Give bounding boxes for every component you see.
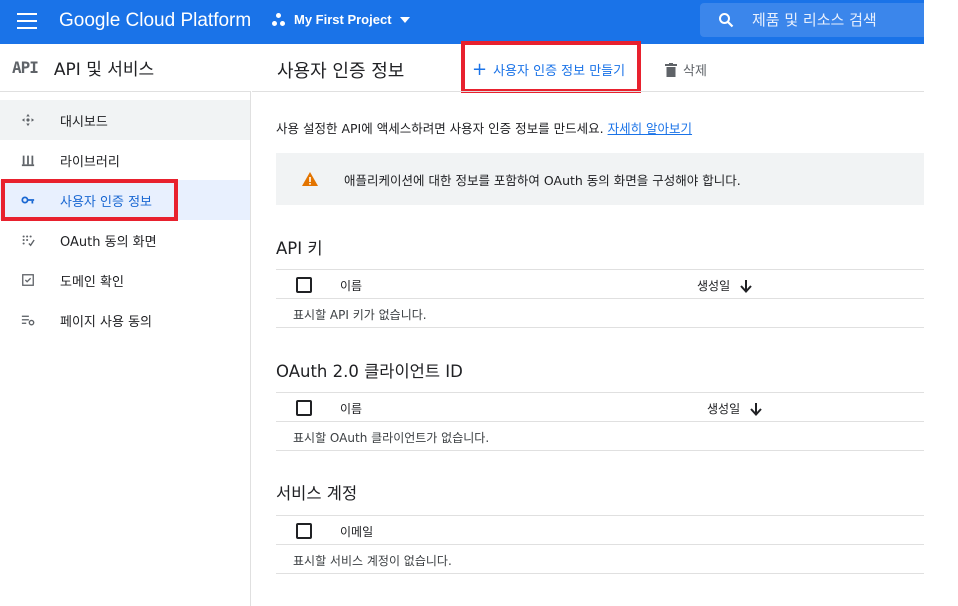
sidebar-title: API 및 서비스: [53, 60, 155, 80]
oauth-consent-icon: [22, 235, 35, 247]
checkbox-icon: [22, 274, 34, 286]
service-accounts-title: 서비스 계정: [276, 484, 358, 503]
api-logo: API: [12, 58, 39, 77]
intro-message: 사용 설정한 API에 액세스하려면 사용자 인증 정보를 만드세요.: [276, 121, 604, 136]
trash-icon: [665, 62, 677, 77]
chevron-down-icon: [399, 16, 410, 23]
create-credentials-button[interactable]: + 사용자 인증 정보 만들기: [472, 60, 625, 79]
oauth-empty-row: 표시할 OAuth 클라이언트가 없습니다.: [276, 422, 924, 451]
credentials-highlight-box: [1, 179, 178, 221]
service-accounts-empty-row: 표시할 서비스 계정이 없습니다.: [276, 545, 924, 574]
service-accounts-table-header: 이메일: [276, 515, 924, 545]
column-name[interactable]: 이름: [340, 400, 362, 417]
sidebar-item-oauth-consent[interactable]: OAuth 동의 화면: [0, 220, 250, 260]
intro-text: 사용 설정한 API에 액세스하려면 사용자 인증 정보를 만드세요. 자세히 …: [276, 118, 692, 137]
search-input[interactable]: [752, 11, 912, 29]
page-title: 사용자 인증 정보: [277, 61, 405, 82]
learn-more-link[interactable]: 자세히 알아보기: [608, 121, 692, 136]
project-name: My First Project: [294, 12, 392, 27]
plus-icon: +: [472, 58, 488, 80]
sidebar-item-library[interactable]: 라이브러리: [0, 140, 250, 180]
sidebar-item-dashboard[interactable]: 대시보드: [0, 100, 250, 140]
warning-text: 애플리케이션에 대한 정보를 포함하여 OAuth 동의 화면을 구성해야 합니…: [344, 172, 741, 188]
column-created[interactable]: 생성일: [697, 277, 752, 294]
settings-list-icon: [21, 315, 35, 326]
sidebar-item-page-usage-agreement[interactable]: 페이지 사용 동의: [0, 300, 250, 340]
sidebar-item-label: 대시보드: [60, 114, 108, 130]
api-keys-title: API 키: [276, 239, 323, 258]
brand-title[interactable]: Google Cloud Platform: [59, 10, 251, 32]
sidebar-item-domain-verification[interactable]: 도메인 확인: [0, 260, 250, 300]
oauth-clients-title: OAuth 2.0 클라이언트 ID: [276, 362, 463, 381]
delete-button[interactable]: 삭제: [665, 60, 707, 79]
search-icon: [719, 13, 734, 28]
warning-icon: [302, 172, 318, 186]
select-all-checkbox[interactable]: [296, 523, 312, 539]
column-created[interactable]: 생성일: [707, 400, 762, 417]
arrow-down-icon: [740, 279, 752, 293]
sidebar-item-label: 도메인 확인: [60, 274, 124, 290]
sidebar-item-label: 페이지 사용 동의: [60, 314, 152, 330]
column-created-label: 생성일: [697, 279, 731, 293]
sidebar-item-label: 라이브러리: [60, 154, 120, 170]
api-keys-empty-row: 표시할 API 키가 없습니다.: [276, 299, 924, 328]
dashboard-icon: [21, 113, 35, 127]
sidebar-item-label: OAuth 동의 화면: [60, 234, 157, 250]
select-all-checkbox[interactable]: [296, 400, 312, 416]
project-selector[interactable]: My First Project: [272, 12, 410, 27]
sidebar-header: API API 및 서비스: [0, 44, 251, 92]
arrow-down-icon: [750, 402, 762, 416]
column-created-label: 생성일: [707, 402, 741, 416]
column-email[interactable]: 이메일: [340, 523, 373, 540]
library-icon: [21, 155, 35, 167]
sidebar: 대시보드 라이브러리 사용자 인증 정보 OAuth 동의 화면 도메인 확인: [0, 92, 251, 606]
top-bar: Google Cloud Platform My First Project: [0, 0, 924, 44]
oauth-table-header: 이름 생성일: [276, 392, 924, 422]
menu-icon[interactable]: [17, 13, 37, 29]
project-icon: [272, 12, 286, 27]
main-header: 사용자 인증 정보 + 사용자 인증 정보 만들기 삭제: [252, 44, 924, 92]
oauth-warning-banner: 애플리케이션에 대한 정보를 포함하여 OAuth 동의 화면을 구성해야 합니…: [276, 153, 924, 205]
column-name[interactable]: 이름: [340, 277, 362, 294]
select-all-checkbox[interactable]: [296, 277, 312, 293]
search-box[interactable]: [700, 3, 924, 37]
delete-label: 삭제: [683, 64, 707, 79]
api-keys-table-header: 이름 생성일: [276, 269, 924, 299]
create-credentials-label: 사용자 인증 정보 만들기: [493, 64, 626, 79]
